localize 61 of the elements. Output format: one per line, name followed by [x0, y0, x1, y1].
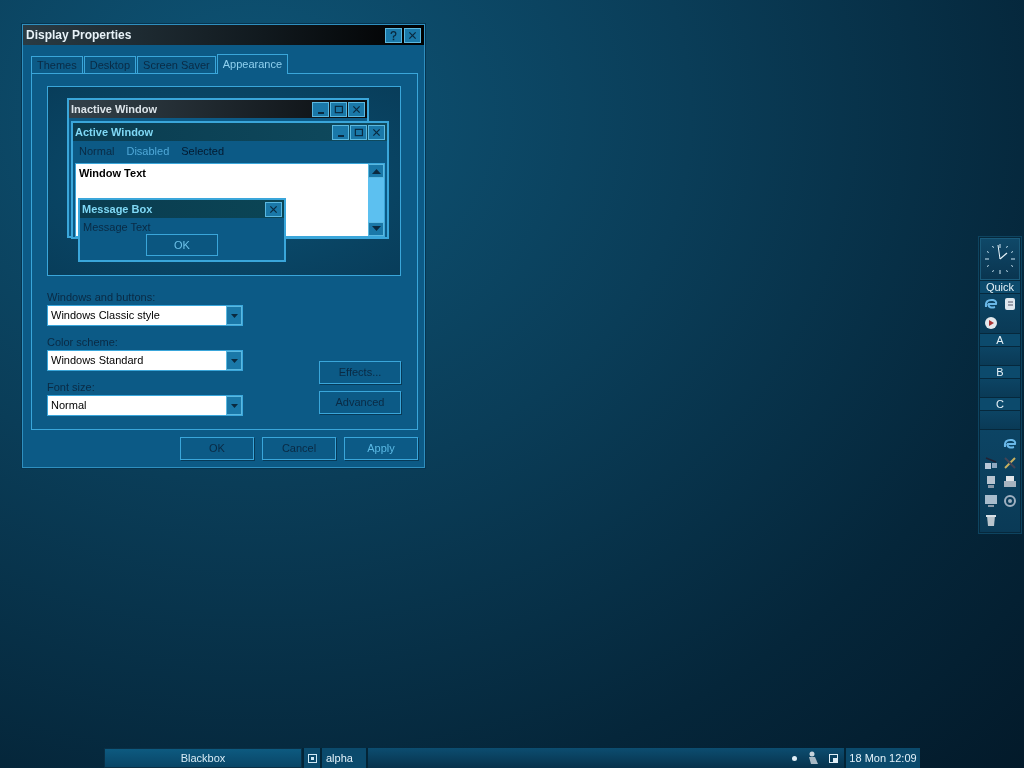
- section-header[interactable]: B: [980, 366, 1020, 378]
- ok-button[interactable]: OK: [146, 234, 218, 256]
- section-header[interactable]: A: [980, 334, 1020, 346]
- dropdown[interactable]: Windows Classic style: [47, 305, 243, 326]
- window-icon: [307, 753, 317, 763]
- close-icon: [407, 29, 418, 41]
- down-arrow-icon: [371, 226, 381, 232]
- dot-icon[interactable]: [792, 755, 797, 761]
- close-button[interactable]: [265, 201, 282, 217]
- window-title: Message Box: [82, 203, 153, 215]
- maximize-icon: [333, 103, 344, 115]
- window-title: Active Window: [75, 126, 154, 138]
- field-label: Font size:: [47, 380, 96, 395]
- tray-window-icon[interactable]: [829, 753, 838, 763]
- dropdown-button[interactable]: [226, 396, 242, 415]
- tab[interactable]: Appearance: [216, 54, 289, 74]
- section-panel: [980, 379, 1020, 397]
- clock-label: 18 Mon 12:09: [846, 748, 920, 768]
- close-icon: [351, 103, 362, 115]
- scroll-up-button[interactable]: [368, 164, 384, 178]
- help-button[interactable]: [385, 27, 402, 43]
- window-title: Display Properties: [26, 28, 132, 42]
- help-icon: [388, 29, 399, 41]
- printer-icon[interactable]: [1001, 474, 1018, 490]
- dropdown-button[interactable]: [226, 351, 242, 370]
- menu-item[interactable]: Selected: [181, 145, 225, 157]
- minimize-icon: [317, 111, 324, 114]
- workspace-label[interactable]: Blackbox: [104, 748, 302, 768]
- dropdown[interactable]: Windows Standard: [47, 350, 243, 371]
- scroll-down-button[interactable]: [368, 222, 384, 236]
- close-icon: [371, 126, 382, 138]
- dropdown[interactable]: Normal: [47, 395, 243, 416]
- analog-clock-icon: [982, 241, 1018, 277]
- dropdown-button[interactable]: [226, 306, 242, 325]
- minimize-button[interactable]: [332, 124, 349, 140]
- figure-icon[interactable]: [806, 751, 820, 765]
- minimize-icon: [337, 134, 344, 137]
- browser-icon[interactable]: [982, 296, 999, 312]
- play-icon[interactable]: [982, 315, 999, 331]
- browser-icon[interactable]: [1001, 436, 1018, 452]
- caret-icon: [230, 313, 238, 318]
- section-panel: [980, 347, 1020, 365]
- caret-icon: [230, 358, 238, 363]
- window-text: Window Text: [79, 167, 146, 179]
- monitor-icon[interactable]: [982, 493, 999, 509]
- section-header[interactable]: Quick: [980, 281, 1020, 293]
- section-panel: [980, 411, 1020, 429]
- task-button[interactable]: alpha: [322, 748, 366, 768]
- close-icon: [268, 203, 279, 215]
- window-title: Inactive Window: [71, 103, 158, 115]
- field-label: Color scheme:: [47, 335, 119, 350]
- close-button[interactable]: [368, 124, 385, 140]
- up-arrow-icon: [371, 168, 381, 174]
- maximize-icon: [353, 126, 364, 138]
- message-text: Message Text: [82, 220, 152, 233]
- maximize-button[interactable]: [350, 124, 367, 140]
- close-button[interactable]: [404, 27, 421, 43]
- field-label: Windows and buttons:: [47, 290, 157, 305]
- section-header[interactable]: C: [980, 398, 1020, 410]
- caret-icon: [230, 403, 238, 408]
- window-list-button[interactable]: [304, 748, 320, 768]
